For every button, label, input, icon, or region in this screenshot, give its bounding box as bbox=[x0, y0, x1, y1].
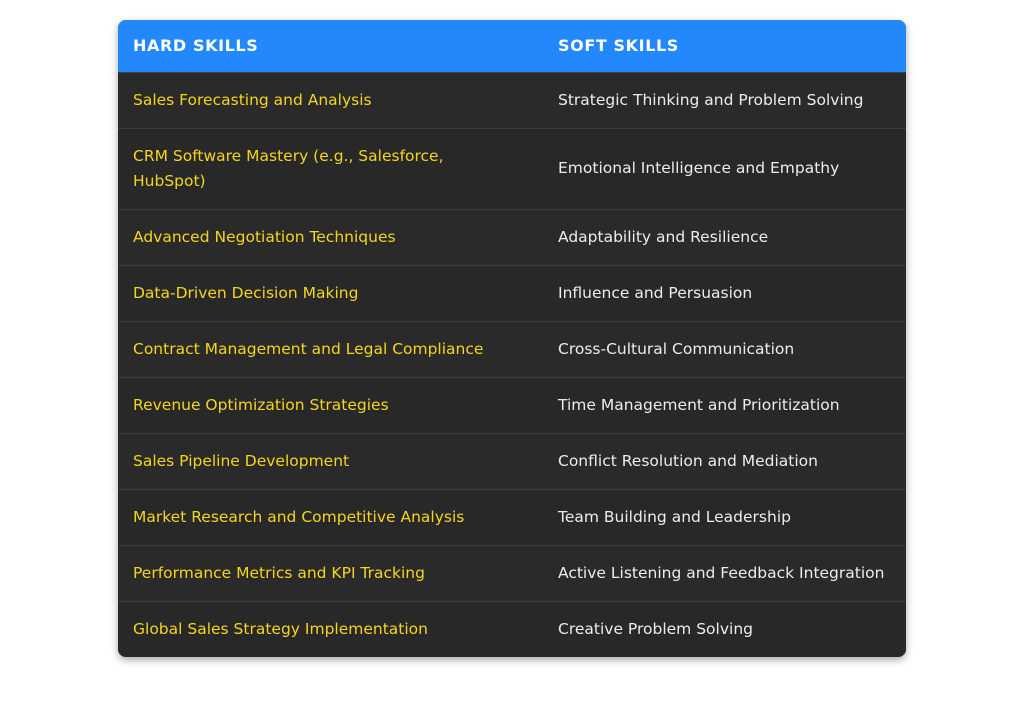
hard-skill-cell: CRM Software Mastery (e.g., Salesforce, … bbox=[133, 146, 444, 190]
hard-skill-cell: Sales Forecasting and Analysis bbox=[133, 90, 372, 109]
soft-skill-cell: Creative Problem Solving bbox=[558, 619, 753, 638]
hard-skill-cell: Market Research and Competitive Analysis bbox=[133, 507, 465, 526]
soft-skill-cell: Strategic Thinking and Problem Solving bbox=[558, 90, 864, 109]
soft-skill-cell: Influence and Persuasion bbox=[558, 283, 753, 302]
table-header-row: HARD SKILLS SOFT SKILLS bbox=[118, 20, 906, 72]
hard-skill-cell: Sales Pipeline Development bbox=[133, 451, 350, 470]
soft-skill-cell: Active Listening and Feedback Integratio… bbox=[558, 563, 885, 582]
hard-skill-cell: Contract Management and Legal Compliance bbox=[133, 339, 484, 358]
table-row: Sales Forecasting and Analysis Strategic… bbox=[118, 72, 906, 128]
table-row: Contract Management and Legal Compliance… bbox=[118, 321, 906, 377]
hard-skill-cell: Advanced Negotiation Techniques bbox=[133, 227, 396, 246]
table-row: Revenue Optimization Strategies Time Man… bbox=[118, 377, 906, 433]
table-row: CRM Software Mastery (e.g., Salesforce, … bbox=[118, 128, 906, 209]
soft-skill-cell: Adaptability and Resilience bbox=[558, 227, 769, 246]
table-row: Global Sales Strategy Implementation Cre… bbox=[118, 601, 906, 657]
table-row: Data-Driven Decision Making Influence an… bbox=[118, 265, 906, 321]
header-hard-skills: HARD SKILLS bbox=[133, 36, 259, 56]
soft-skill-cell: Emotional Intelligence and Empathy bbox=[558, 159, 840, 177]
header-soft-skills: SOFT SKILLS bbox=[558, 36, 679, 56]
table-row: Market Research and Competitive Analysis… bbox=[118, 489, 906, 545]
soft-skill-cell: Cross-Cultural Communication bbox=[558, 339, 795, 358]
hard-skill-cell: Global Sales Strategy Implementation bbox=[133, 619, 428, 638]
table-row: Advanced Negotiation Techniques Adaptabi… bbox=[118, 209, 906, 265]
soft-skill-cell: Conflict Resolution and Mediation bbox=[558, 451, 818, 470]
soft-skill-cell: Time Management and Prioritization bbox=[558, 395, 840, 414]
soft-skill-cell: Team Building and Leadership bbox=[558, 507, 791, 526]
table-row: Sales Pipeline Development Conflict Reso… bbox=[118, 433, 906, 489]
table-row: Performance Metrics and KPI Tracking Act… bbox=[118, 545, 906, 601]
skills-table-card: HARD SKILLS SOFT SKILLS Sales Forecastin… bbox=[118, 20, 906, 657]
skills-table: HARD SKILLS SOFT SKILLS Sales Forecastin… bbox=[118, 20, 906, 657]
hard-skill-cell: Revenue Optimization Strategies bbox=[133, 395, 389, 414]
hard-skill-cell: Data-Driven Decision Making bbox=[133, 283, 359, 302]
hard-skill-cell: Performance Metrics and KPI Tracking bbox=[133, 563, 425, 582]
